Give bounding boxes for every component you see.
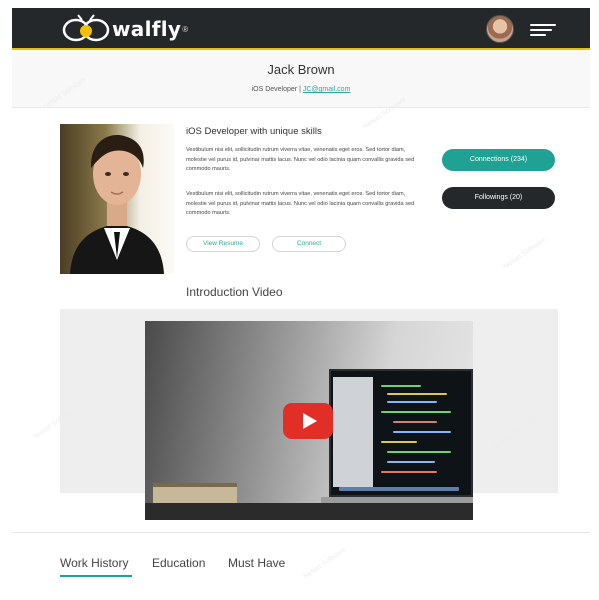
bee-logo-icon <box>62 14 110 44</box>
tab-must-have[interactable]: Must Have <box>228 556 285 570</box>
user-avatar[interactable] <box>486 15 514 43</box>
brand-logo[interactable]: walfly ® <box>62 14 188 44</box>
bio-paragraph: Vestibulum nisi elit, sollicitudin rutru… <box>186 147 415 172</box>
profile-email-link[interactable]: JC@gmail.com <box>303 86 351 93</box>
intro-video-title: Introduction Video <box>186 285 283 299</box>
connect-button[interactable]: Connect <box>272 236 346 252</box>
profile-photo <box>60 124 174 274</box>
subtitle-separator: | <box>299 86 301 93</box>
brand-name: walfly <box>112 17 182 41</box>
profile-subtitle: iOS Developer | JC@gmail.com <box>12 86 590 93</box>
watermark: Netset Software <box>502 236 548 271</box>
bio-paragraph: Vestibulum nisi elit, sollicitudin rutru… <box>186 191 415 216</box>
profile-header: Jack Brown iOS Developer | JC@gmail.com <box>12 52 590 108</box>
video-scene-laptop <box>329 369 473 497</box>
registered-mark: ® <box>182 24 189 34</box>
active-tab-indicator <box>60 575 132 577</box>
tab-work-history[interactable]: Work History <box>60 556 128 570</box>
followings-button[interactable]: Followings (20) <box>442 187 555 209</box>
connections-button[interactable]: Connections (234) <box>442 149 555 171</box>
intro-video-player[interactable] <box>145 321 473 520</box>
view-resume-button[interactable]: View Resume <box>186 236 260 252</box>
watermark: Netset Software <box>302 546 348 581</box>
hamburger-menu-icon[interactable] <box>530 22 556 38</box>
profile-headline: iOS Developer with unique skills <box>186 126 322 137</box>
profile-name: Jack Brown <box>267 62 335 77</box>
video-scene-books <box>153 483 237 503</box>
play-button-icon[interactable] <box>283 403 333 439</box>
profile-role: iOS Developer <box>251 86 298 93</box>
tab-education[interactable]: Education <box>152 556 205 570</box>
top-navigation-bar: walfly ® <box>12 8 590 50</box>
section-divider <box>12 532 590 533</box>
